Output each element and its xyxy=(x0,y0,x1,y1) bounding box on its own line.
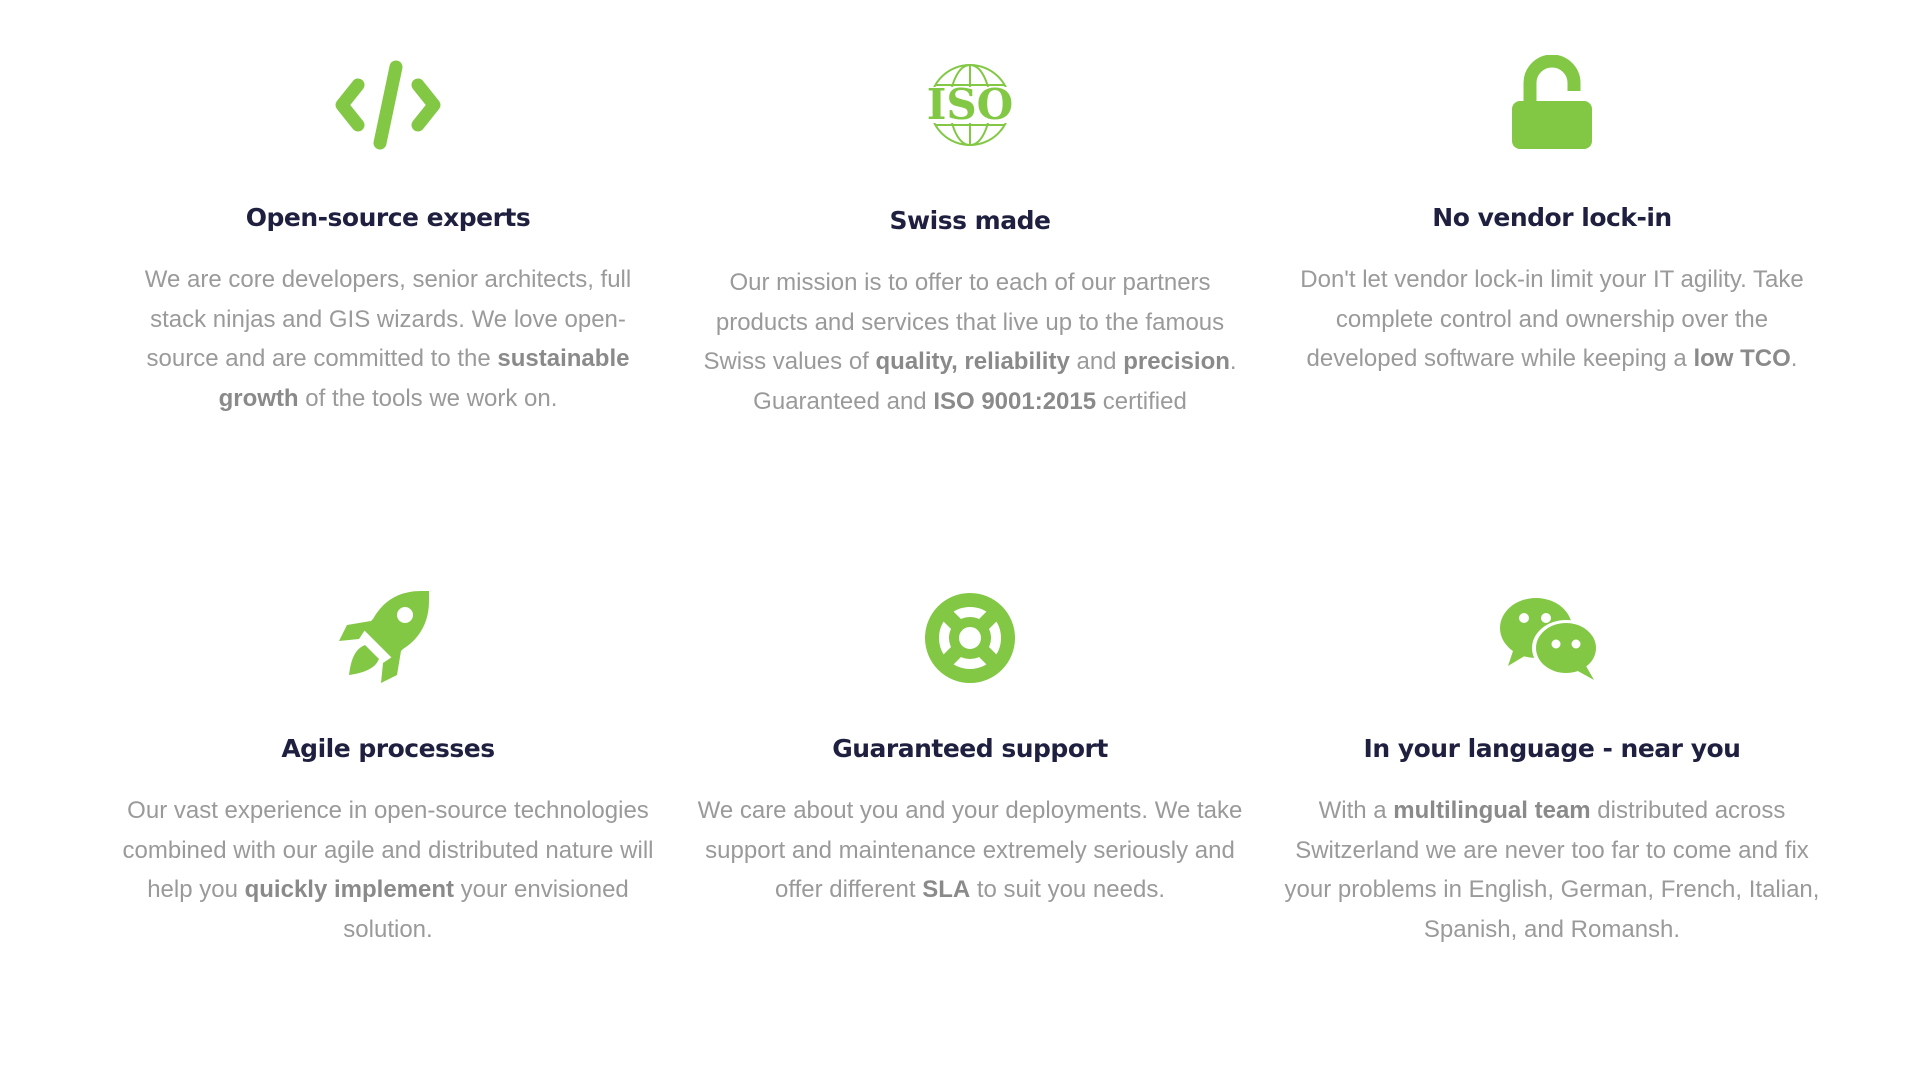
rocket-icon xyxy=(108,583,668,693)
feature-description: With a multilingual team distributed acr… xyxy=(1284,797,1820,943)
feature-description: Our vast experience in open-source techn… xyxy=(122,797,654,943)
feature-swiss-made: ISO Swiss made Our mission is to offer t… xyxy=(690,50,1250,421)
lifebuoy-icon xyxy=(690,583,1250,693)
feature-description: Our mission is to offer to each of our p… xyxy=(703,269,1237,415)
feature-title: Agile processes xyxy=(281,734,495,763)
feature-agile-processes: Agile processes Our vast experience in o… xyxy=(108,583,668,949)
feature-title: Open-source experts xyxy=(245,203,531,232)
feature-description: Don't let vendor lock-in limit your IT a… xyxy=(1300,266,1804,372)
feature-guaranteed-support: Guaranteed support We care about you and… xyxy=(690,583,1250,910)
feature-no-vendor-lock-in: No vendor lock-in Don't let vendor lock-… xyxy=(1272,50,1832,379)
unlock-icon xyxy=(1272,50,1832,160)
chat-bubbles-icon xyxy=(1272,583,1832,693)
code-icon xyxy=(108,50,668,160)
feature-title: Swiss made xyxy=(889,206,1051,235)
iso-icon-label: ISO xyxy=(927,80,1014,129)
feature-title: No vendor lock-in xyxy=(1432,203,1672,232)
feature-open-source: Open-source experts We are core develope… xyxy=(108,50,668,418)
feature-title: In your language - near you xyxy=(1363,734,1741,763)
feature-description: We are core developers, senior architect… xyxy=(144,266,632,412)
feature-description: We care about you and your deployments. … xyxy=(697,797,1243,903)
features-grid: Open-source experts We are core develope… xyxy=(0,0,1920,1080)
feature-title: Guaranteed support xyxy=(832,734,1108,763)
feature-language: In your language - near you With a multi… xyxy=(1272,583,1832,949)
iso-icon: ISO xyxy=(690,50,1250,160)
